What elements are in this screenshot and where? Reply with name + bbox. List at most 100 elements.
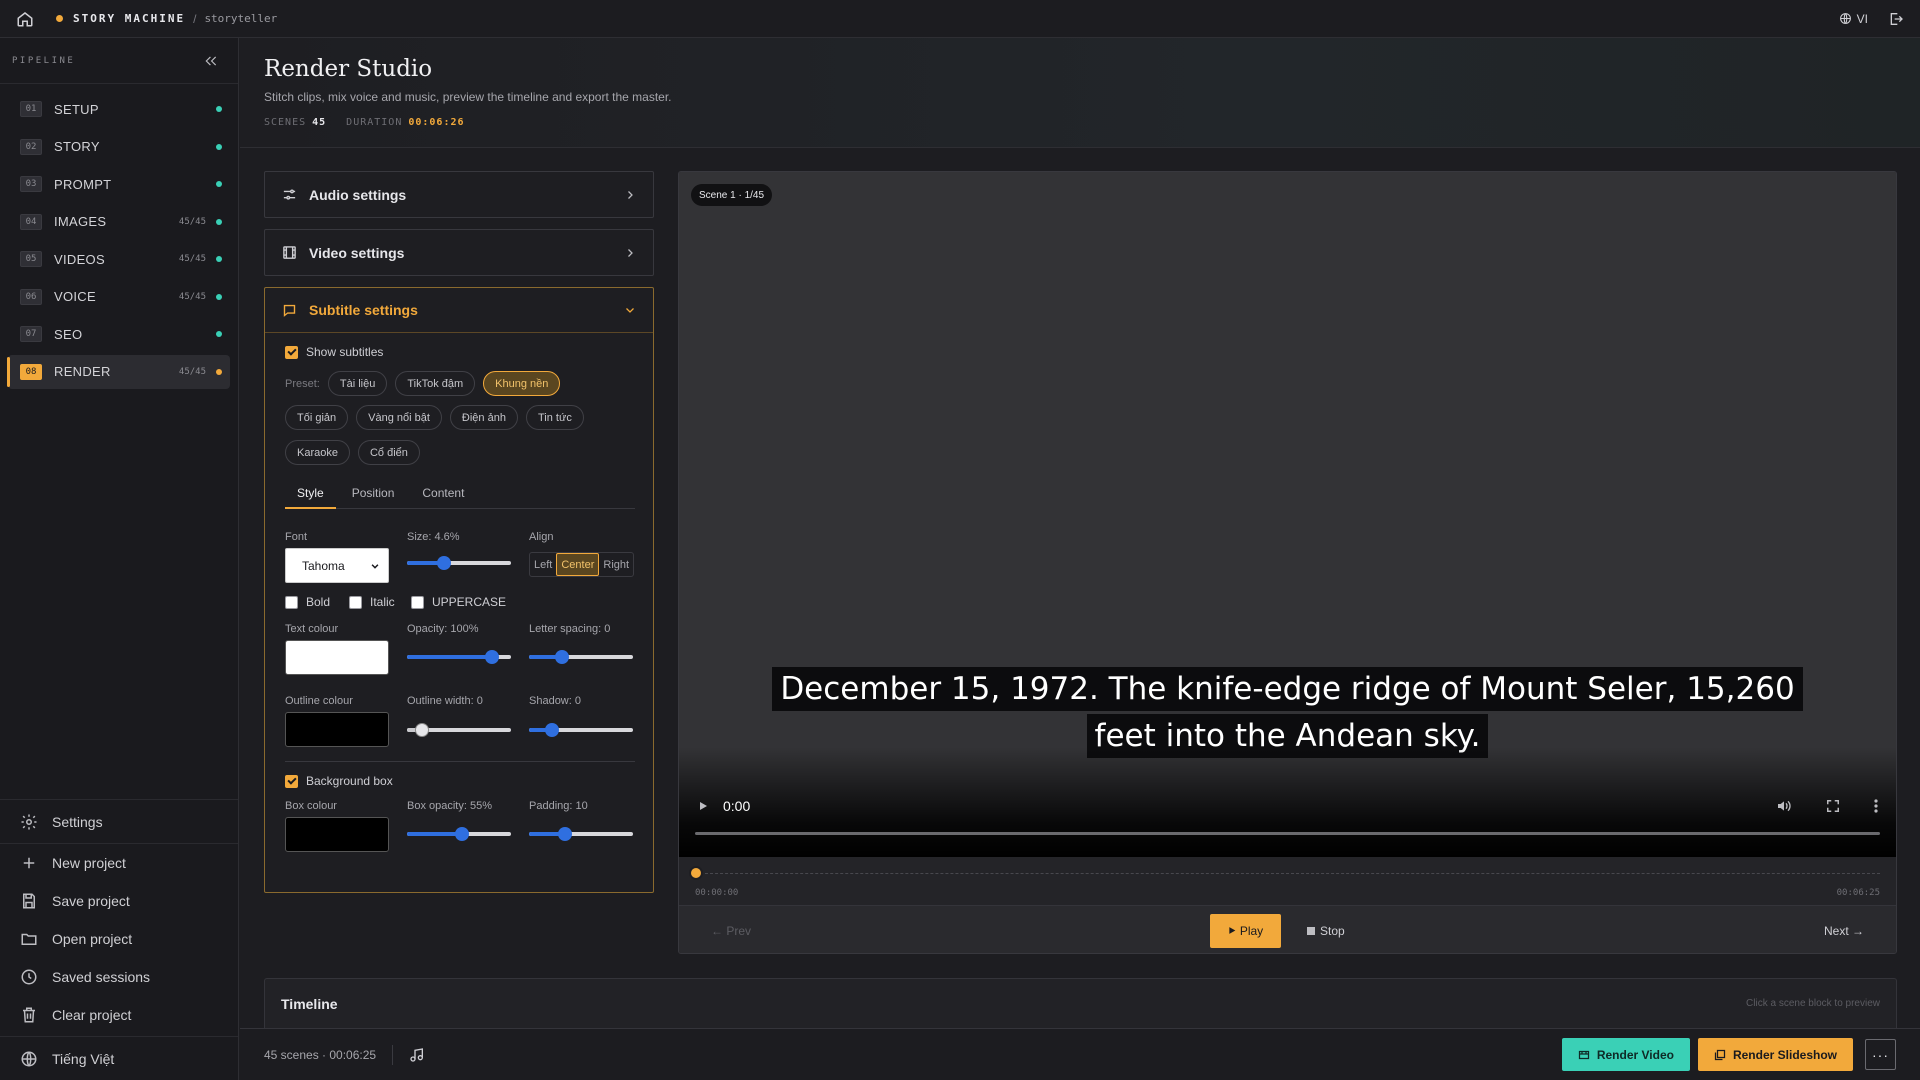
bold-checkbox[interactable]: Bold xyxy=(285,595,330,609)
start-time: 00:00:00 xyxy=(695,888,739,898)
sidebar-item-prompt[interactable]: 03 PROMPT xyxy=(8,167,230,201)
align-label: Align xyxy=(529,531,554,543)
message-icon xyxy=(282,303,297,318)
preset-karaoke[interactable]: Karaoke xyxy=(285,440,350,465)
next-button[interactable]: Next → xyxy=(1824,924,1864,938)
checkbox[interactable] xyxy=(285,595,298,609)
language-selector[interactable]: Tiếng Việt xyxy=(0,1036,238,1080)
gear-icon xyxy=(20,813,38,831)
prev-button[interactable]: ← Prev xyxy=(711,924,751,938)
preset-dien-anh[interactable]: Điện ảnh xyxy=(449,405,518,430)
tab-style[interactable]: Style xyxy=(285,486,336,509)
uppercase-checkbox[interactable]: UPPERCASE xyxy=(411,595,506,609)
audio-settings-header[interactable]: Audio settings xyxy=(265,172,653,217)
sidebar-item-story[interactable]: 02 STORY xyxy=(8,130,230,164)
chevron-right-icon xyxy=(624,247,636,259)
tab-position[interactable]: Position xyxy=(340,486,407,508)
align-right-button[interactable]: Right xyxy=(599,553,633,576)
save-project-button[interactable]: Save project xyxy=(0,882,238,920)
text-colour-swatch[interactable] xyxy=(285,640,389,675)
render-video-button[interactable]: Render Video xyxy=(1561,1038,1690,1071)
pipeline-steps: 01 SETUP 02 STORY 03 PROMPT 04 IMAGES 45… xyxy=(0,84,238,389)
box-opacity-slider[interactable] xyxy=(407,827,511,841)
language-switch[interactable]: VI xyxy=(1839,12,1868,26)
more-options-button[interactable]: ··· xyxy=(1865,1039,1896,1070)
box-colour-swatch[interactable] xyxy=(285,817,389,852)
step-label: SETUP xyxy=(54,101,99,117)
checkbox[interactable] xyxy=(349,595,362,609)
render-slideshow-button[interactable]: Render Slideshow xyxy=(1697,1038,1853,1071)
language-code: VI xyxy=(1856,11,1868,26)
new-project-button[interactable]: New project xyxy=(0,844,238,882)
preview-panel: Scene 1 · 1/45 December 15, 1972. The kn… xyxy=(678,171,1897,954)
padding-slider[interactable] xyxy=(529,827,633,841)
step-status-dot xyxy=(216,143,222,150)
step-status-dot xyxy=(216,106,222,112)
italic-checkbox[interactable]: Italic xyxy=(349,595,395,609)
breadcrumb[interactable]: storyteller xyxy=(204,12,277,25)
play-button[interactable]: Play xyxy=(1210,913,1281,948)
sidebar-item-videos[interactable]: 05 VIDEOS 45/45 xyxy=(8,242,230,276)
sidebar-item-voice[interactable]: 06 VOICE 45/45 xyxy=(8,280,230,314)
tab-content[interactable]: Content xyxy=(410,486,476,508)
sidebar-item-setup[interactable]: 01 SETUP xyxy=(8,92,230,126)
sidebar-item-seo[interactable]: 07 SEO xyxy=(8,317,230,351)
settings-link[interactable]: Settings xyxy=(0,800,238,844)
show-subtitles-label: Show subtitles xyxy=(306,345,384,359)
scrubber-handle[interactable] xyxy=(689,866,703,880)
logout-icon[interactable] xyxy=(1888,11,1904,27)
checkbox-checked[interactable] xyxy=(285,345,298,359)
open-project-button[interactable]: Open project xyxy=(0,920,238,958)
scene-badge: Scene 1 · 1/45 xyxy=(691,184,773,206)
stop-button[interactable]: Stop xyxy=(1307,924,1345,938)
preset-vang-noi-bat[interactable]: Vàng nổi bật xyxy=(356,405,442,430)
shadow-label: Shadow: 0 xyxy=(529,695,581,707)
letter-spacing-slider[interactable] xyxy=(529,650,633,664)
video-player[interactable]: Scene 1 · 1/45 December 15, 1972. The kn… xyxy=(679,172,1896,857)
preset-tai-lieu[interactable]: Tài liệu xyxy=(327,371,388,396)
timeline-hint: Click a scene block to preview xyxy=(1746,998,1880,1009)
background-box-checkbox[interactable]: Background box xyxy=(285,774,393,788)
more-vertical-icon[interactable] xyxy=(1874,799,1878,813)
play-icon[interactable] xyxy=(697,800,709,812)
bold-label: Bold xyxy=(306,595,331,609)
scene-summary: 45 scenes · 00:06:25 xyxy=(264,1047,377,1062)
preset-khung-nen[interactable]: Khung nền xyxy=(483,371,561,396)
outline-width-slider[interactable] xyxy=(407,723,511,737)
fullscreen-icon[interactable] xyxy=(1826,799,1840,813)
new-project-label: New project xyxy=(52,855,126,871)
preset-tiktok-dam[interactable]: TikTok đậm xyxy=(395,371,476,396)
show-subtitles-checkbox[interactable]: Show subtitles xyxy=(285,345,383,359)
play-label: Play xyxy=(1239,923,1264,938)
outline-colour-swatch[interactable] xyxy=(285,712,389,747)
font-select[interactable]: Tahoma xyxy=(285,548,389,583)
step-label: IMAGES xyxy=(54,214,107,229)
home-icon[interactable] xyxy=(16,10,34,28)
preset-co-dien[interactable]: Cổ điển xyxy=(357,440,420,465)
opacity-slider[interactable] xyxy=(407,650,511,664)
align-center-button[interactable]: Center xyxy=(556,553,600,576)
volume-icon[interactable] xyxy=(1776,798,1792,814)
text-colour-label: Text colour xyxy=(285,623,339,635)
music-icon[interactable] xyxy=(409,1047,425,1063)
timeline-scrubber[interactable] xyxy=(695,873,1880,875)
align-left-button[interactable]: Left xyxy=(530,553,556,576)
saved-sessions-button[interactable]: Saved sessions xyxy=(0,958,238,996)
sidebar-item-render[interactable]: 08 RENDER 45/45 xyxy=(7,354,230,389)
step-label: PROMPT xyxy=(54,176,112,192)
page-header: Render Studio Stitch clips, mix voice an… xyxy=(240,38,1920,148)
shadow-slider[interactable] xyxy=(529,723,633,737)
step-count: 45/45 xyxy=(178,291,206,302)
subtitle-settings-body: Show subtitles Preset: Tài liệu TikTok đ… xyxy=(265,333,653,893)
checkbox[interactable] xyxy=(411,595,424,609)
video-progress-bar[interactable] xyxy=(695,832,1880,835)
preset-toi-gian[interactable]: Tối giản xyxy=(285,405,349,430)
preset-tin-tuc[interactable]: Tin tức xyxy=(525,405,584,430)
size-slider[interactable] xyxy=(407,556,511,570)
collapse-sidebar-icon[interactable] xyxy=(204,54,218,68)
video-settings-header[interactable]: Video settings xyxy=(265,230,653,275)
sidebar-item-images[interactable]: 04 IMAGES 45/45 xyxy=(8,205,230,239)
checkbox-checked[interactable] xyxy=(285,774,298,788)
subtitle-settings-header[interactable]: Subtitle settings xyxy=(265,288,653,333)
clear-project-button[interactable]: Clear project xyxy=(0,996,238,1034)
